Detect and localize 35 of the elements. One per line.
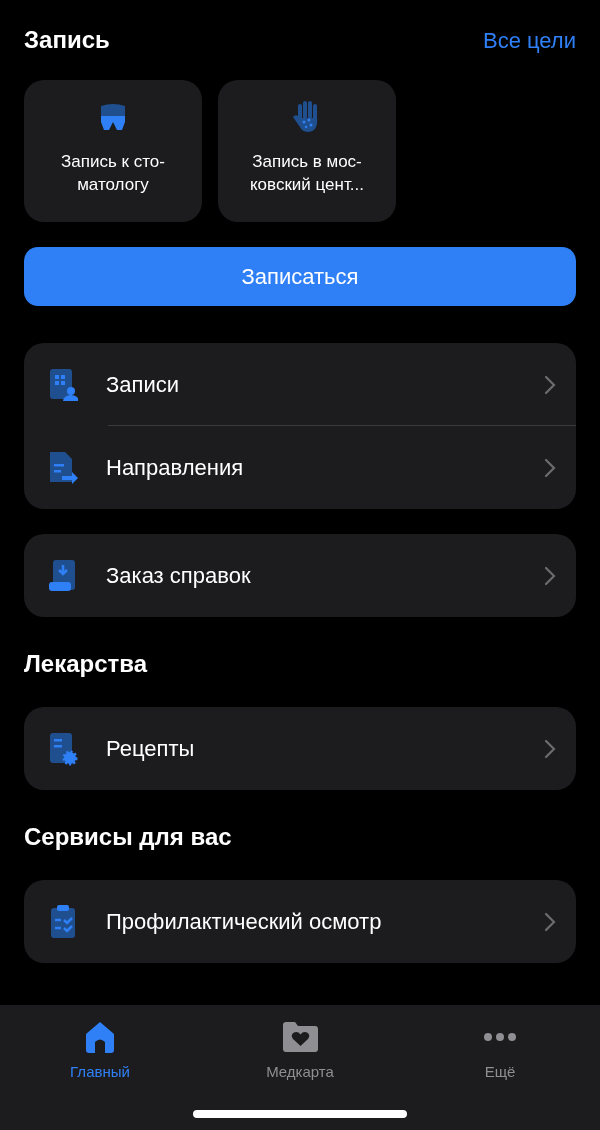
menu-row[interactable]: Направления [24,426,576,509]
tab-item[interactable]: Ещё [430,1017,570,1084]
menu-row-label: Профилактический осмотр [106,908,383,936]
section-title: Сервисы для вас [24,822,232,852]
more-icon [483,1032,517,1042]
all-goals-link[interactable]: Все цели [483,23,576,57]
chevron-right-icon [544,374,556,395]
clipboard-check-icon [48,903,78,940]
tile-label: Запись к сто- матологу [61,151,165,196]
tab-item[interactable]: Главный [30,1017,170,1084]
chevron-right-icon [544,457,556,478]
menu-row-label: Записи [106,371,180,399]
folder-heart-icon [281,1021,319,1053]
tooth-icon [98,102,128,132]
section-title: Запись [24,25,110,55]
calendar-person-icon [48,366,78,403]
menu-row-label: Направления [106,454,245,482]
menu-row-label: Рецепты [106,735,196,763]
shortcut-tile[interactable]: Запись к сто- матологу [24,80,202,222]
section-title: Лекарства [24,649,148,679]
menu-row[interactable]: Заказ справок [24,534,576,617]
document-download-icon [48,557,78,594]
chevron-right-icon [544,738,556,759]
tile-label: Запись в мос- ковский цент... [249,151,364,196]
menu-row[interactable]: Рецепты [24,707,576,790]
tab-item[interactable]: Медкарта [230,1017,370,1084]
menu-row-label: Заказ справок [106,562,252,590]
document-gear-icon [48,730,78,767]
menu-row[interactable]: Профилактический осмотр [24,880,576,963]
chevron-right-icon [544,565,556,586]
chevron-right-icon [544,911,556,932]
menu-row[interactable]: Записи [24,343,576,426]
shortcut-tile[interactable]: Запись в мос- ковский цент... [218,80,396,222]
sign-up-button[interactable]: Записаться [24,247,576,306]
document-arrow-icon [48,449,78,486]
